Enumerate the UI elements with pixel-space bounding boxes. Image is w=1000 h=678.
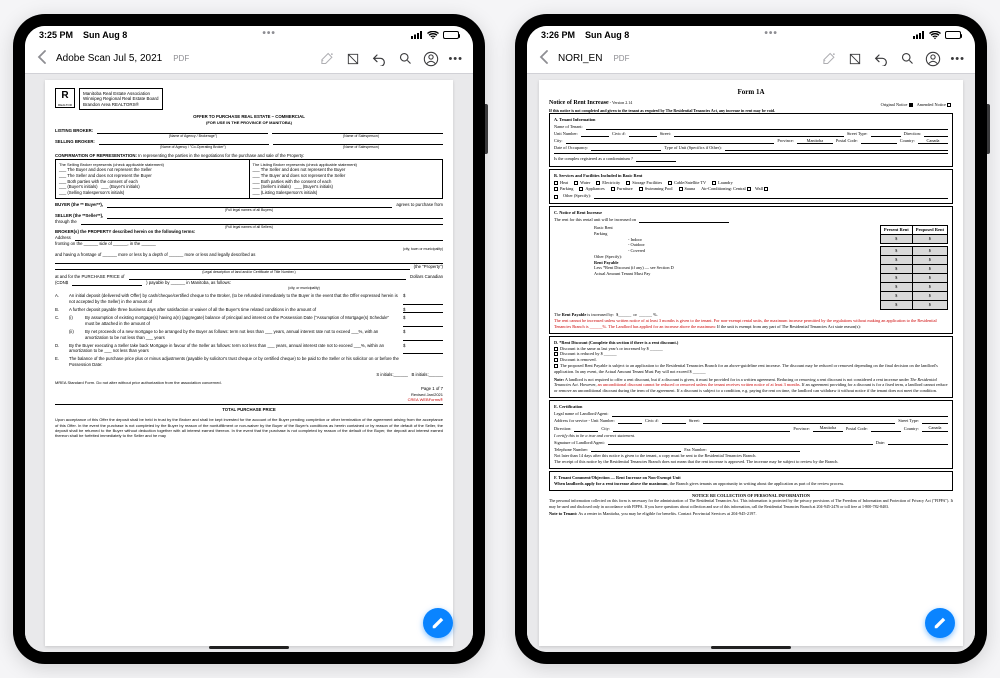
document-title: Adobe Scan Jul 5, 2021: [56, 53, 162, 64]
form-number: Form 1A: [549, 88, 953, 97]
cellular-icon: [411, 31, 423, 39]
battery-icon: [443, 31, 459, 39]
status-bar: 3:26 PM Sun Aug 8 •••: [527, 26, 975, 44]
status-date: Sun Aug 8: [585, 30, 629, 40]
rent-table: Present RentProposed Rent $$ $$ $$ $$ $$…: [880, 225, 948, 311]
more-icon[interactable]: •••: [950, 53, 965, 65]
undo-icon[interactable]: [872, 50, 890, 68]
status-bar: 3:25 PM Sun Aug 8 •••: [25, 26, 473, 44]
association-box: Manitoba Real Estate Association Winnipe…: [79, 88, 163, 110]
screen-left: 3:25 PM Sun Aug 8 ••• Adobe Scan Jul 5, …: [25, 26, 473, 652]
section-B: B. Services and Facilities Included in B…: [549, 169, 953, 204]
document-viewport-right[interactable]: Form 1A Notice of Rent Increase - Versio…: [527, 74, 975, 652]
pdf-page-1-left: RREALTOR Manitoba Real Estate Associatio…: [45, 80, 453, 646]
status-time: 3:26 PM: [541, 30, 575, 40]
pdf-page-1-right: Form 1A Notice of Rent Increase - Versio…: [539, 80, 963, 646]
multitask-dots-icon[interactable]: •••: [764, 28, 778, 39]
representation-box: The Selling Broker represents (check app…: [55, 159, 443, 199]
edit-fab[interactable]: [423, 608, 453, 638]
toolbar-right: NORI_EN PDF •••: [527, 44, 975, 74]
section-D: D. *Rent Discount (Complete this section…: [549, 336, 953, 398]
search-icon[interactable]: [898, 50, 916, 68]
document-viewport-left[interactable]: RREALTOR Manitoba Real Estate Associatio…: [25, 74, 473, 652]
markup-icon[interactable]: [846, 50, 864, 68]
realtor-logo: RREALTOR: [55, 88, 75, 108]
status-time: 3:25 PM: [39, 30, 73, 40]
multitask-dots-icon[interactable]: •••: [262, 28, 276, 39]
back-button[interactable]: [35, 50, 48, 67]
wifi-icon: [427, 31, 439, 40]
home-indicator[interactable]: [209, 646, 289, 649]
section-C: C. Notice of Rent Increase The rent for …: [549, 206, 953, 334]
section-E: E. Certification Legal name of Landlord/…: [549, 400, 953, 469]
section-F: F. Tenant Comment/Objection — Rent Incre…: [549, 471, 953, 491]
battery-icon: [945, 31, 961, 39]
screen-right: 3:26 PM Sun Aug 8 ••• NORI_EN PDF •••: [527, 26, 975, 652]
highlighter-icon[interactable]: [318, 50, 336, 68]
cellular-icon: [913, 31, 925, 39]
status-date: Sun Aug 8: [83, 30, 127, 40]
ipad-left: 3:25 PM Sun Aug 8 ••• Adobe Scan Jul 5, …: [13, 14, 485, 664]
markup-icon[interactable]: [344, 50, 362, 68]
profile-icon[interactable]: [422, 50, 440, 68]
document-title: NORI_EN: [558, 53, 602, 64]
document-ext: PDF: [613, 54, 629, 63]
search-icon[interactable]: [396, 50, 414, 68]
profile-icon[interactable]: [924, 50, 942, 68]
highlighter-icon[interactable]: [820, 50, 838, 68]
edit-fab[interactable]: [925, 608, 955, 638]
document-ext: PDF: [173, 54, 189, 63]
home-indicator[interactable]: [711, 646, 791, 649]
undo-icon[interactable]: [370, 50, 388, 68]
section-A: A. Tenant Information Name of Tenant: Un…: [549, 113, 953, 167]
more-icon[interactable]: •••: [448, 53, 463, 65]
wifi-icon: [929, 31, 941, 40]
back-button[interactable]: [537, 50, 550, 67]
ipad-right: 3:26 PM Sun Aug 8 ••• NORI_EN PDF •••: [515, 14, 987, 664]
toolbar-left: Adobe Scan Jul 5, 2021 PDF •••: [25, 44, 473, 74]
